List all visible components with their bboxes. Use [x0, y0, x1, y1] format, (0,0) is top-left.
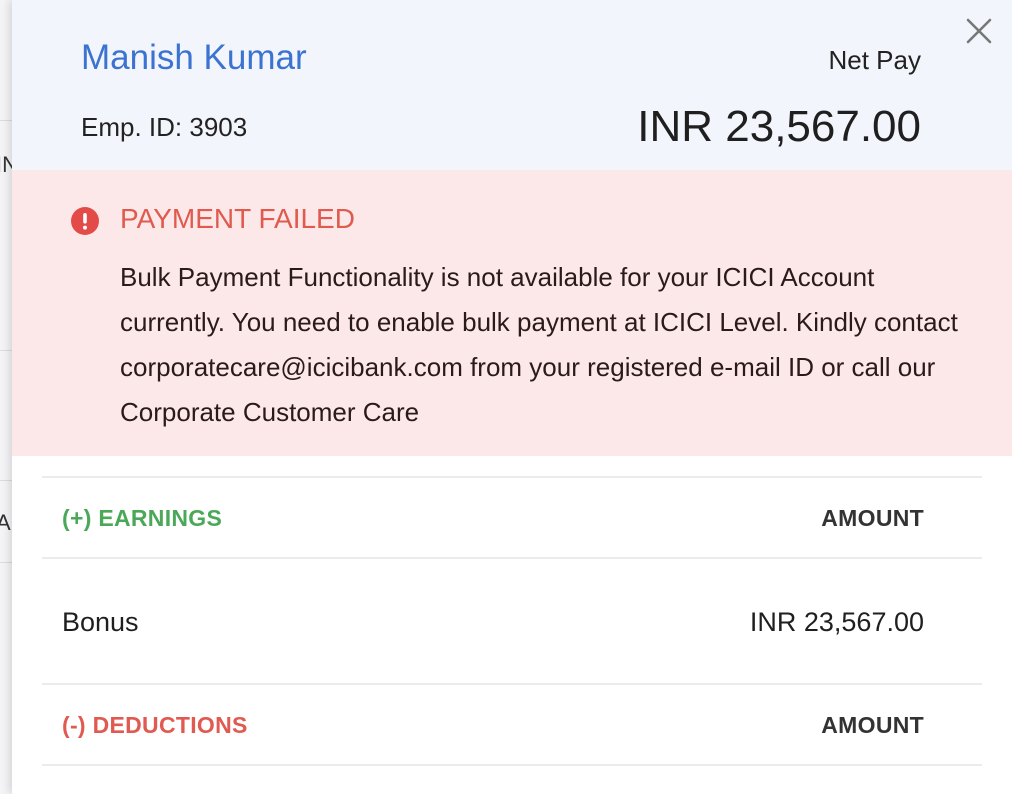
- alert-title: PAYMENT FAILED: [120, 203, 355, 234]
- deductions-section-label: (-) DEDUCTIONS: [62, 712, 248, 738]
- background-divider: [0, 562, 12, 563]
- table-row: Bonus INR 23,567.00: [42, 557, 982, 683]
- employee-id: Emp. ID: 3903: [81, 112, 248, 142]
- close-icon[interactable]: [963, 15, 995, 47]
- employee-name: Manish Kumar: [81, 38, 307, 77]
- pay-components-table: (+) EARNINGS AMOUNT Bonus INR 23,567.00 …: [42, 476, 982, 784]
- close-button[interactable]: [963, 15, 995, 47]
- earnings-amount-header: AMOUNT: [821, 505, 924, 531]
- net-pay-label: Net Pay: [828, 45, 922, 75]
- background-divider: [0, 120, 12, 121]
- earnings-section-label: (+) EARNINGS: [62, 505, 223, 531]
- exclamation-circle-icon: [71, 207, 99, 235]
- background-text-fragment: A: [0, 510, 11, 535]
- background-divider: [0, 350, 12, 351]
- payslip-detail-panel: Manish Kumar Emp. ID: 3903 Net Pay INR 2…: [12, 0, 1012, 794]
- deductions-amount-header: AMOUNT: [821, 712, 924, 738]
- alert-message: Bulk Payment Functionality is not availa…: [120, 262, 958, 427]
- earning-item-amount: INR 23,567.00: [749, 607, 924, 637]
- background-text-fragment: IN: [0, 152, 12, 177]
- payment-failed-alert: PAYMENT FAILED Bulk Payment Functionalit…: [12, 170, 1012, 456]
- earning-item-label: Bonus: [62, 607, 139, 637]
- background-page: IN A: [0, 0, 12, 794]
- earnings-header-row: (+) EARNINGS AMOUNT: [42, 476, 982, 557]
- background-divider: [0, 480, 12, 481]
- deductions-header-row: (-) DEDUCTIONS AMOUNT: [42, 683, 982, 764]
- net-pay-amount: INR 23,567.00: [637, 102, 921, 151]
- table-divider: [42, 764, 982, 784]
- panel-header: Manish Kumar Emp. ID: 3903 Net Pay INR 2…: [12, 0, 1012, 170]
